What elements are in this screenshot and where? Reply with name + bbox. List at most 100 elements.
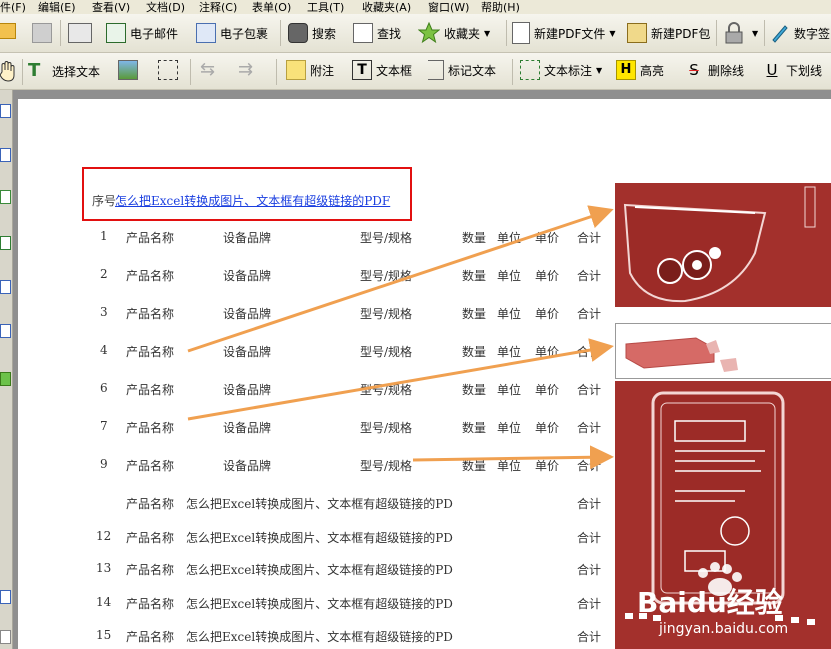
menu-favorites[interactable]: 收藏夹(A) bbox=[362, 0, 411, 14]
chevron-down-icon: ▼ bbox=[596, 65, 603, 75]
row-number: 2 bbox=[100, 267, 108, 281]
pen-icon bbox=[770, 23, 790, 43]
digital-sign-label: 数字签 bbox=[794, 26, 831, 41]
select-text-label: 选择文本 bbox=[52, 64, 101, 79]
digital-sign-button[interactable]: 数字签 bbox=[770, 23, 830, 43]
unit-price: 单价 bbox=[535, 345, 560, 359]
menu-file[interactable]: 件(F) bbox=[0, 0, 26, 14]
attachments-icon[interactable] bbox=[0, 280, 11, 294]
total: 合计 bbox=[577, 269, 602, 283]
security-button[interactable]: ▼ bbox=[724, 22, 758, 44]
hyperlink-text[interactable]: 怎么把Excel转换成图片、文本框有超级链接的PD bbox=[186, 628, 458, 645]
textbox-label: 文本框 bbox=[376, 63, 413, 78]
hyperlink-text[interactable]: 怎么把Excel转换成图片、文本框有超级链接的PD bbox=[186, 595, 458, 612]
menu-help[interactable]: 帮助(H) bbox=[481, 0, 520, 14]
text-callout-button[interactable]: 文本标注 ▼ bbox=[520, 60, 602, 80]
unit-price: 单价 bbox=[535, 383, 560, 397]
chevron-down-icon: ▼ bbox=[484, 28, 491, 38]
pdf-package-icon bbox=[627, 23, 647, 43]
header-seq: 序号 bbox=[92, 194, 117, 208]
camera-photo[interactable] bbox=[615, 183, 831, 307]
signatures-icon[interactable] bbox=[0, 190, 11, 204]
thumbnail-icon[interactable] bbox=[0, 590, 11, 604]
pages-icon[interactable] bbox=[0, 104, 11, 118]
quantity: 数量 bbox=[462, 269, 487, 283]
unit-price: 单价 bbox=[535, 307, 560, 321]
search-button[interactable]: 搜索 bbox=[288, 23, 336, 43]
find-label: 查找 bbox=[377, 26, 402, 41]
save-button[interactable] bbox=[32, 23, 56, 43]
rotate-right-button[interactable]: ⇉ bbox=[238, 60, 262, 80]
open-button[interactable] bbox=[0, 23, 20, 39]
unit: 单位 bbox=[497, 421, 522, 435]
device-brand: 设备品牌 bbox=[223, 345, 272, 359]
select-text-button[interactable]: T 选择文本 bbox=[28, 61, 100, 81]
model-spec: 型号/规格 bbox=[360, 459, 413, 473]
product-name: 产品名称 bbox=[126, 307, 175, 321]
hand-tool-button[interactable] bbox=[0, 60, 22, 82]
model-spec: 型号/规格 bbox=[360, 421, 413, 435]
total: 合计 bbox=[577, 459, 602, 473]
underline-label: 下划线 bbox=[786, 63, 823, 78]
menu-window[interactable]: 窗口(W) bbox=[428, 0, 469, 14]
device-brand: 设备品牌 bbox=[223, 269, 272, 283]
strikethrough-label: 删除线 bbox=[708, 63, 745, 78]
pdf-package-button[interactable]: 电子包裹 bbox=[196, 23, 268, 43]
total: 合计 bbox=[577, 383, 602, 397]
scroll-icon[interactable] bbox=[0, 630, 11, 644]
binoculars-icon bbox=[288, 23, 308, 43]
table-row: 7 产品名称 设备品牌 型号/规格 数量 单位 单价 合计 bbox=[18, 419, 638, 435]
quantity: 数量 bbox=[462, 459, 487, 473]
hyperlink-text[interactable]: 怎么把Excel转换成图片、文本框有超级链接的PD bbox=[186, 529, 458, 546]
textbox-button[interactable]: T 文本框 bbox=[352, 60, 412, 80]
layers-icon[interactable] bbox=[0, 236, 11, 250]
menu-edit[interactable]: 编辑(E) bbox=[38, 0, 76, 14]
menu-form[interactable]: 表单(O) bbox=[252, 0, 291, 14]
bookmarks-icon[interactable] bbox=[0, 148, 11, 162]
highlight-button[interactable]: H 高亮 bbox=[616, 60, 664, 80]
email-button[interactable]: 电子邮件 bbox=[106, 23, 178, 43]
total: 合计 bbox=[577, 421, 602, 435]
menu-tools[interactable]: 工具(T) bbox=[307, 0, 344, 14]
product-name: 产品名称 bbox=[126, 345, 175, 359]
new-pdf-package-button[interactable]: 新建PDF包 bbox=[627, 23, 710, 43]
favorites-label: 收藏夹 bbox=[444, 26, 481, 41]
underline-button[interactable]: U 下划线 bbox=[762, 60, 823, 80]
model-spec: 型号/规格 bbox=[360, 231, 413, 245]
table-row: 15 产品名称 怎么把Excel转换成图片、文本框有超级链接的PD 合计 bbox=[18, 628, 638, 644]
model-spec: 型号/规格 bbox=[360, 345, 413, 359]
product-name: 产品名称 bbox=[126, 459, 175, 473]
snapshot-button[interactable] bbox=[118, 60, 142, 80]
new-pdf-button[interactable]: 新建PDF文件 ▼ bbox=[512, 22, 616, 44]
table-row: 产品名称 怎么把Excel转换成图片、文本框有超级链接的PD 合计 bbox=[18, 495, 638, 511]
arrow-right-icon[interactable] bbox=[0, 372, 11, 386]
table-row: 1 产品名称 设备品牌 型号/规格 数量 单位 单价 合计 bbox=[18, 229, 638, 245]
image-icon bbox=[118, 60, 138, 80]
strikethrough-icon: S bbox=[689, 61, 699, 79]
print-button[interactable] bbox=[68, 23, 96, 43]
menu-view[interactable]: 查看(V) bbox=[92, 0, 130, 14]
favorites-button[interactable]: 收藏夹 ▼ bbox=[417, 21, 491, 44]
row-number: 9 bbox=[100, 457, 108, 471]
find-button[interactable]: 查找 bbox=[353, 23, 401, 43]
comments-icon[interactable] bbox=[0, 324, 11, 338]
main-toolbar: 电子邮件 电子包裹 搜索 查找 收藏夹 ▼ 新建PDF文件 ▼ 新建PDF包 ▼ bbox=[0, 14, 831, 53]
dvr-photo[interactable] bbox=[615, 323, 831, 379]
mark-text-button[interactable]: 标记文本 bbox=[428, 60, 496, 80]
menu-document[interactable]: 文档(D) bbox=[146, 0, 185, 14]
hard-drive-photo[interactable]: Baidu经验 jingyan.baidu.com bbox=[615, 381, 831, 649]
text-callout-label: 文本标注 bbox=[544, 63, 593, 78]
rotate-left-button[interactable]: ⇆ bbox=[200, 60, 224, 80]
hyperlink-text[interactable]: 怎么把Excel转换成图片、文本框有超级链接的PD bbox=[186, 495, 458, 512]
row-number: 4 bbox=[100, 343, 108, 357]
product-name: 产品名称 bbox=[126, 531, 175, 545]
note-button[interactable]: 附注 bbox=[286, 60, 334, 80]
header-hyperlink[interactable]: 怎么把Excel转换成图片、文本框有超级链接的PDF bbox=[115, 192, 390, 209]
strikethrough-button[interactable]: S 删除线 bbox=[684, 60, 744, 80]
hyperlink-text[interactable]: 怎么把Excel转换成图片、文本框有超级链接的PD bbox=[186, 561, 458, 578]
row-number: 7 bbox=[100, 419, 108, 433]
product-name: 产品名称 bbox=[126, 630, 175, 644]
marquee-button[interactable] bbox=[158, 60, 182, 80]
menu-comment[interactable]: 注释(C) bbox=[199, 0, 237, 14]
star-icon bbox=[417, 21, 441, 44]
